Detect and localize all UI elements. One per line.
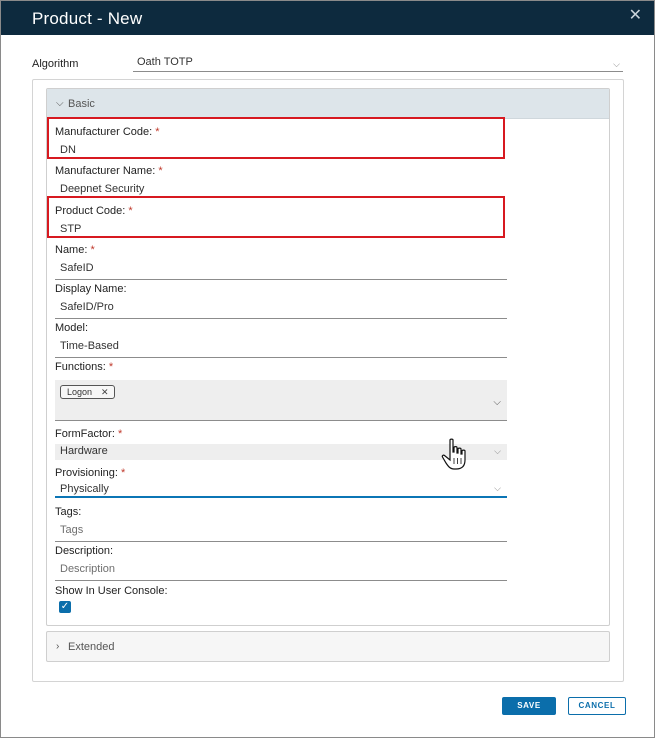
dialog-title-bar: Product - New ✕ <box>1 1 654 35</box>
manufacturer-code-label: Manufacturer Code: <box>55 126 153 138</box>
basic-section-header[interactable]: ⌵ Basic <box>47 89 609 119</box>
chip-label: Logon <box>67 387 93 397</box>
hand-cursor-icon <box>441 438 466 470</box>
extended-section-label: Extended <box>68 641 115 653</box>
manufacturer-name-label: Manufacturer Name: <box>55 165 156 177</box>
dialog-title: Product - New <box>32 9 143 28</box>
provisioning-field: Provisioning: * Physically ⌵ <box>55 467 507 498</box>
show-in-user-console-checkbox[interactable]: ✓ <box>59 601 71 613</box>
form-factor-label: FormFactor: <box>55 428 115 440</box>
description-field: Description: Description <box>55 545 507 581</box>
functions-field: Functions: * Logon ✕ ⌵ <box>55 361 507 421</box>
chevron-down-icon: ⌵ <box>613 59 620 69</box>
model-input[interactable]: Time-Based <box>55 336 507 358</box>
functions-label: Functions: <box>55 361 106 373</box>
save-button[interactable]: SAVE <box>502 697 556 715</box>
manufacturer-code-field: Manufacturer Code: * DN <box>55 126 507 162</box>
description-label: Description: <box>55 545 114 557</box>
product-code-label: Product Code: <box>55 205 126 217</box>
required-marker: * <box>158 165 163 177</box>
chevron-down-icon: ⌵ <box>494 446 501 456</box>
product-new-dialog: Product - New ✕ Algorithm Oath TOTP ⌵ ⌵ … <box>0 0 655 738</box>
required-marker: * <box>108 361 114 373</box>
chevron-right-icon: › <box>56 641 60 652</box>
show-in-user-console-label: Show In User Console: <box>55 585 168 597</box>
extended-section-header[interactable]: › Extended <box>46 631 610 662</box>
display-name-field: Display Name: SafeID/Pro <box>55 283 507 319</box>
provisioning-label: Provisioning: <box>55 467 118 479</box>
algorithm-label: Algorithm <box>32 58 79 70</box>
model-label: Model: <box>55 322 89 334</box>
tags-input[interactable]: Tags <box>55 520 507 542</box>
functions-multiselect[interactable]: Logon ✕ ⌵ <box>55 380 507 421</box>
basic-section-label: Basic <box>68 98 95 110</box>
form-factor-field: FormFactor: * Hardware ⌵ <box>55 428 507 460</box>
product-code-value: STP <box>60 223 82 235</box>
tags-field: Tags: Tags <box>55 506 507 542</box>
model-field: Model: Time-Based <box>55 322 507 358</box>
function-chip-logon: Logon ✕ <box>60 385 115 399</box>
display-name-input[interactable]: SafeID/Pro <box>55 297 507 319</box>
manufacturer-name-value: Deepnet Security <box>60 183 145 195</box>
name-input[interactable]: SafeID <box>55 258 507 280</box>
provisioning-value: Physically <box>60 483 109 495</box>
required-marker: * <box>155 126 160 138</box>
form-factor-select[interactable]: Hardware ⌵ <box>55 444 507 460</box>
name-label: Name: <box>55 244 88 256</box>
required-marker: * <box>117 428 123 440</box>
remove-chip-icon[interactable]: ✕ <box>101 387 109 397</box>
tags-label: Tags: <box>55 506 82 518</box>
product-code-field: Product Code: * STP <box>55 205 507 241</box>
chevron-down-icon: ⌵ <box>56 98 64 109</box>
show-in-user-console-field: Show In User Console: <box>55 585 507 599</box>
description-input[interactable]: Description <box>55 559 507 581</box>
algorithm-value: Oath TOTP <box>137 56 193 68</box>
close-icon[interactable]: ✕ <box>629 8 642 24</box>
required-marker: * <box>128 205 133 217</box>
manufacturer-name-field: Manufacturer Name: * Deepnet Security <box>55 165 507 201</box>
provisioning-select[interactable]: Physically ⌵ <box>55 481 507 498</box>
required-marker: * <box>121 467 126 479</box>
display-name-label: Display Name: <box>55 283 127 295</box>
required-marker: * <box>90 244 95 256</box>
form-factor-value: Hardware <box>60 445 108 457</box>
chevron-down-icon: ⌵ <box>494 483 501 493</box>
cancel-button[interactable]: CANCEL <box>568 697 626 715</box>
name-field: Name: * SafeID <box>55 244 507 280</box>
checkmark-icon: ✓ <box>60 601 70 612</box>
algorithm-select[interactable]: Oath TOTP ⌵ <box>133 55 623 72</box>
chevron-down-icon: ⌵ <box>493 397 501 408</box>
manufacturer-code-value: DN <box>60 144 76 156</box>
